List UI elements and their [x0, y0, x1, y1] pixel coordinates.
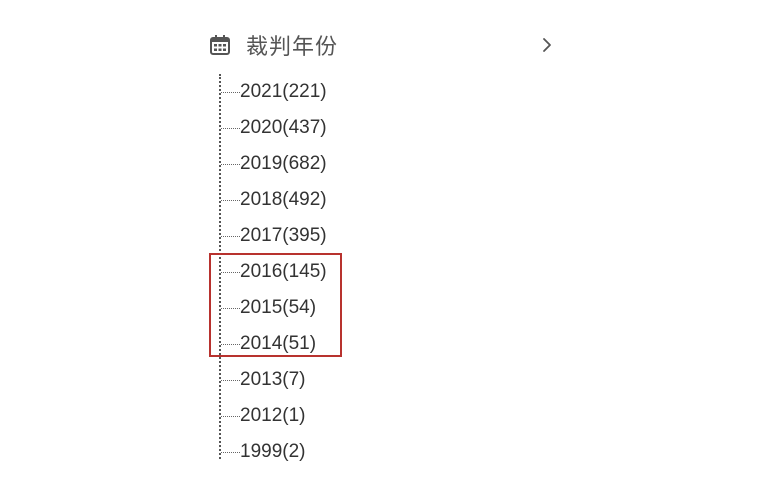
- year-label: 2021(221): [240, 81, 327, 102]
- tree-item-2013[interactable]: 2013(7): [219, 362, 306, 398]
- tree-item-2019[interactable]: 2019(682): [219, 146, 327, 182]
- year-label: 2014(51): [240, 333, 317, 354]
- year-label: 2016(145): [240, 261, 327, 282]
- tree-connector: [221, 451, 240, 453]
- year-label: 1999(2): [240, 441, 306, 462]
- tree-connector: [221, 343, 240, 345]
- tree-connector: [221, 415, 240, 417]
- tree-connector: [221, 199, 240, 201]
- tree-connector: [221, 379, 240, 381]
- tree-connector: [221, 235, 240, 237]
- tree-item-2012[interactable]: 2012(1): [219, 398, 306, 434]
- tree-item-2020[interactable]: 2020(437): [219, 110, 327, 146]
- calendar-icon: [208, 33, 232, 57]
- tree-connector: [221, 91, 240, 93]
- year-label: 2020(437): [240, 117, 327, 138]
- year-filter-title: 裁判年份: [246, 35, 339, 60]
- tree-item-1999[interactable]: 1999(2): [219, 434, 306, 470]
- tree-item-2014[interactable]: 2014(51): [219, 326, 316, 362]
- tree-item-2017[interactable]: 2017(395): [219, 218, 327, 254]
- year-label: 2018(492): [240, 189, 327, 210]
- tree-connector: [221, 271, 240, 273]
- year-filter-panel: 裁判年份 2021(221) 2020(437) 2019(682) 2018(…: [0, 0, 771, 488]
- tree-connector: [221, 127, 240, 129]
- tree-connector: [221, 163, 240, 165]
- year-filter-header[interactable]: 裁判年份: [208, 26, 563, 64]
- tree-item-2018[interactable]: 2018(492): [219, 182, 327, 218]
- tree-item-2021[interactable]: 2021(221): [219, 74, 327, 110]
- year-label: 2013(7): [240, 369, 306, 390]
- year-label: 2017(395): [240, 225, 327, 246]
- tree-item-2016[interactable]: 2016(145): [219, 254, 327, 290]
- chevron-right-icon[interactable]: [539, 35, 555, 55]
- year-label: 2015(54): [240, 297, 317, 318]
- tree-item-2015[interactable]: 2015(54): [219, 290, 316, 326]
- tree-connector: [221, 307, 240, 309]
- year-label: 2019(682): [240, 153, 327, 174]
- year-label: 2012(1): [240, 405, 306, 426]
